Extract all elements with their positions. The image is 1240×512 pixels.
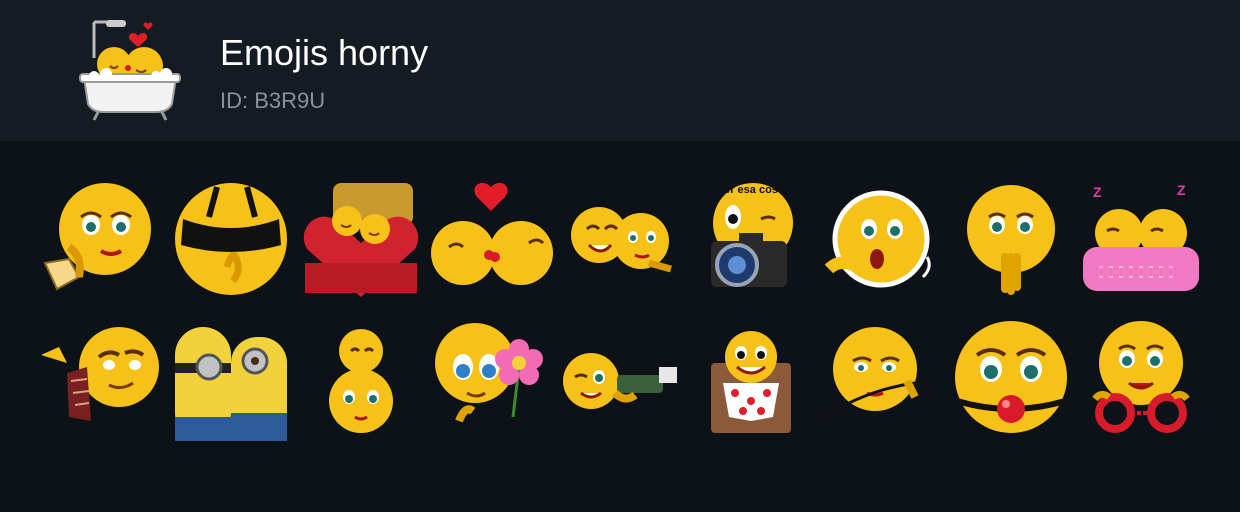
sticker-5[interactable] [556,174,686,304]
handcuffs-emoji-icon [1092,321,1190,433]
flirty-wink-emoji-icon [43,183,151,291]
pack-thumbnail-bathtub-icon[interactable] [76,14,184,122]
sticker-13[interactable] [426,314,556,444]
sticker-7[interactable] [816,174,946,304]
minions-kiss-icon [175,327,287,441]
sticker-2[interactable] [166,174,296,304]
sticker-16[interactable] [816,314,946,444]
flower-giving-emoji-icon [435,323,543,423]
pack-title: Emojis horny [220,32,429,73]
sticker-15[interactable] [686,314,816,444]
sticker-18[interactable] [1076,314,1206,444]
sticker-4[interactable] [426,174,556,304]
stacked-emoji-couple-icon [329,329,393,433]
waving-handkerchief-emoji-icon [41,327,159,421]
pack-id: ID: B3R9U [220,88,326,113]
whip-emoji-icon [822,327,931,419]
sticker-17[interactable] [946,314,1076,444]
sticker-9[interactable]: Z Z [1076,174,1206,304]
heart-boxers-emoji-icon [711,331,791,433]
lying-winking-emoji-icon [563,353,677,409]
shy-finger-biting-emoji-icon [967,185,1055,295]
sticker-1[interactable] [36,174,166,304]
pack-header: Emojis horny ID: B3R9U [0,0,1240,141]
sticker-8[interactable] [946,174,1076,304]
kissing-couple-heart-icon [431,182,553,285]
camera-emoji-icon: ver esa cosa [711,183,793,287]
sticker-11[interactable] [166,314,296,444]
sticker-grid: ver esa cosa Z Z [36,174,1206,444]
blindfold-emoji-icon [175,183,287,295]
sticker-caption: ver esa cosa [718,184,785,196]
sticker-3[interactable] [296,174,426,304]
heart-bed-couple-icon [303,183,419,297]
sticker-10[interactable] [36,314,166,444]
sticker-6[interactable]: ver esa cosa [686,174,816,304]
svg-text:Z: Z [1093,184,1102,200]
sleeping-couple-blanket-icon: Z Z [1083,182,1199,291]
sticker-12[interactable] [296,314,426,444]
hugging-couple-emoji-icon [571,207,672,273]
ball-gag-emoji-icon [955,321,1067,433]
surprised-emoji-sticker-icon [824,190,931,288]
sticker-14[interactable] [556,314,686,444]
svg-text:Z: Z [1177,182,1186,198]
